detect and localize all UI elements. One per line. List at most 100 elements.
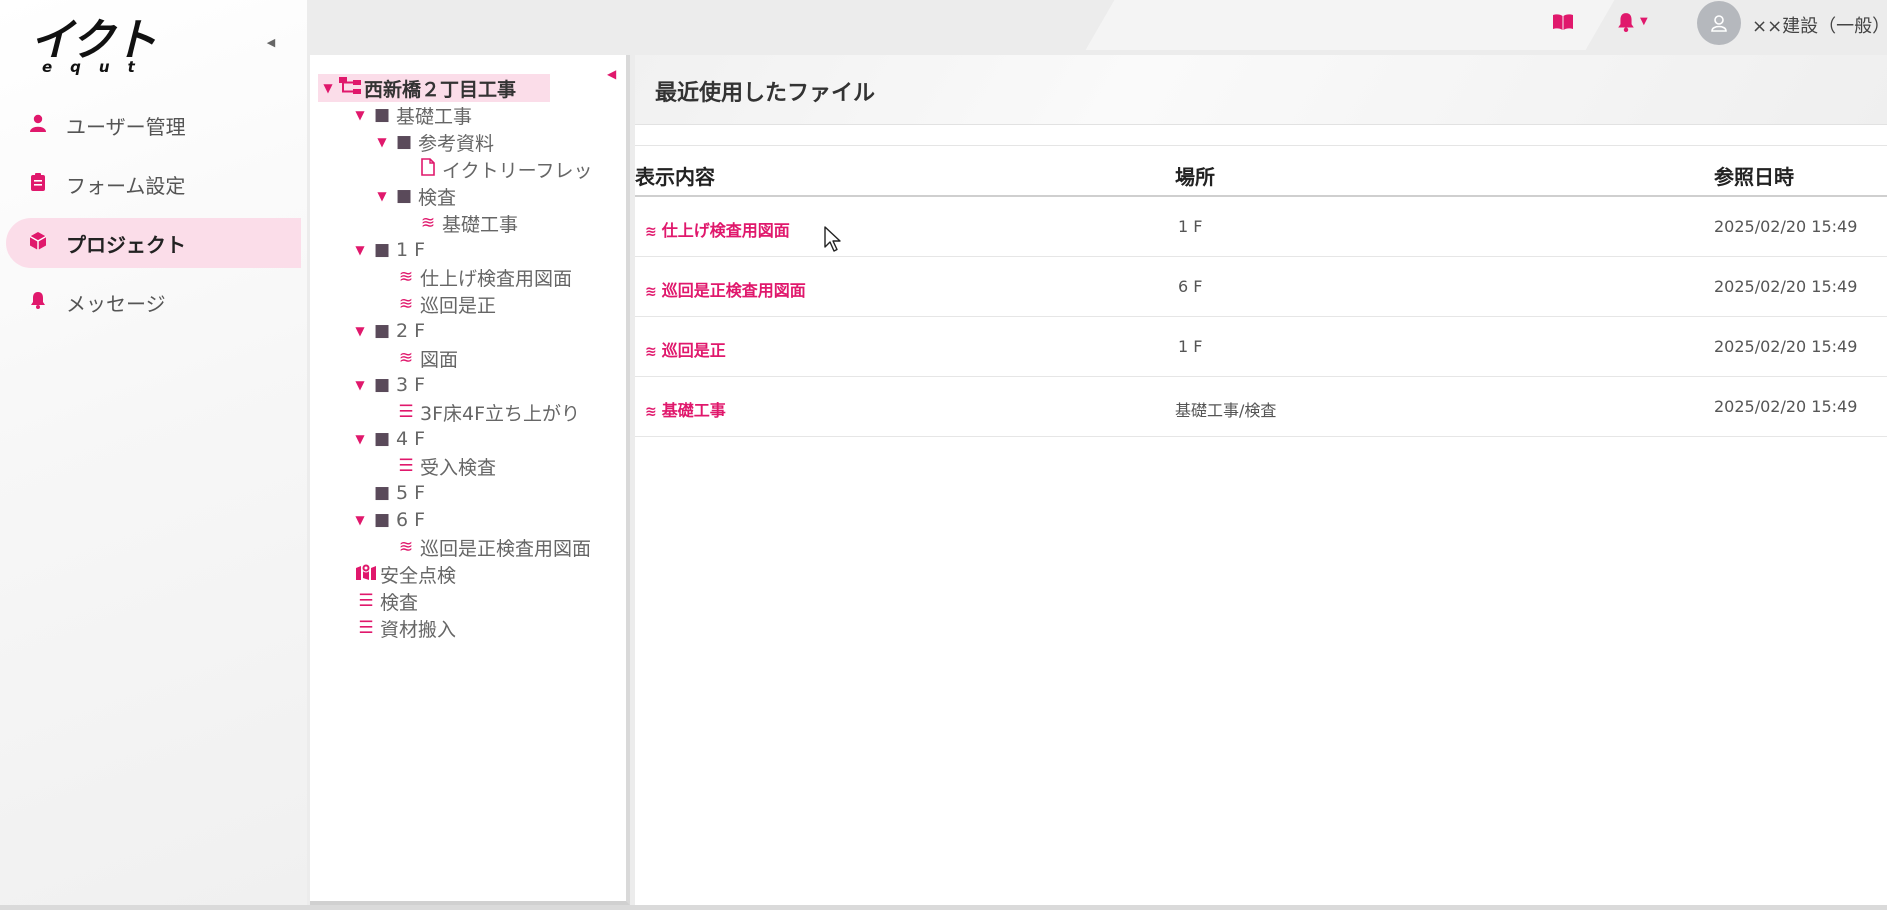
book-icon[interactable] [1552,12,1574,36]
map-marker-icon [354,563,378,586]
folder-icon: ■ [373,429,391,449]
tree-node-folder[interactable]: ■ 5 F [350,479,425,507]
tree-node-folder[interactable]: ▼ ■ 参考資料 [372,128,494,156]
list-icon: ☰ [358,618,374,638]
tree-collapse-icon[interactable]: ◀ [607,67,616,81]
list-icon: ☰ [398,456,414,476]
user-icon [26,114,50,137]
tree-node-label: 3F床4F立ち上がり [420,402,581,425]
sidebar-item-user-management[interactable]: ユーザー管理 [6,100,301,150]
folder-icon: ■ [373,483,391,503]
sidebar-item-label: プロジェクト [66,232,186,257]
notification-bell-icon[interactable] [1617,12,1635,37]
tree-node-folder[interactable]: ▼ ■ 4 F [350,425,425,453]
file-place: 6 F [1178,277,1203,296]
sidebar-item-messages[interactable]: メッセージ [6,277,301,327]
top-bar: ▼ ××建設（一般） [307,0,1887,52]
file-date: 2025/02/20 15:49 [1714,337,1858,356]
tree-node-label: 検査 [380,591,419,614]
caret-down-icon[interactable]: ▼ [350,324,370,338]
file-link[interactable]: ≋ 巡回是正 [645,337,726,361]
file-place: 1 F [1178,217,1203,236]
tree-node-layers[interactable]: ≋ 巡回是正 [374,290,496,318]
layers-icon: ≋ [398,348,414,368]
tree-node-list[interactable]: ☰ 資材搬入 [354,614,456,642]
table-row[interactable]: ≋ 巡回是正 1 F 2025/02/20 15:49 [635,317,1887,377]
column-header-date[interactable]: 参照日時 [1714,161,1794,190]
sidebar-collapse-icon[interactable]: ◀ [264,36,278,50]
tree-node-folder[interactable]: ▼ ■ 1 F [350,236,425,264]
logo-subtext: equt [42,58,153,76]
tree-node-folder[interactable]: ▼ ■ 2 F [350,317,425,345]
tree-node-label: 受入検査 [420,456,497,479]
sidebar-item-project[interactable]: プロジェクト [6,218,301,268]
chevron-down-icon[interactable]: ▼ [1640,16,1648,27]
file-link[interactable]: ≋ 巡回是正検査用図面 [645,277,806,301]
caret-down-icon[interactable]: ▼ [350,432,370,446]
tree-node-layers[interactable]: ≋ 巡回是正検査用図面 [374,533,591,561]
tree-node-layers[interactable]: ≋ 仕上げ検査用図面 [374,263,572,291]
tree-node-label: 参考資料 [418,132,495,155]
caret-down-icon[interactable]: ▼ [318,81,338,95]
tree-node-label: 図面 [420,348,459,371]
list-icon: ☰ [398,402,414,422]
tree-node-list[interactable]: ☰ 受入検査 [374,452,496,480]
username[interactable]: ××建設（一般） [1752,12,1887,38]
tree-node-label: 1 F [396,239,426,261]
caret-down-icon[interactable]: ▼ [372,189,392,203]
file-date: 2025/02/20 15:49 [1714,217,1858,236]
tree-node-label: 巡回是正 [420,294,497,317]
tree-node-layers[interactable]: ≋ 図面 [374,344,458,372]
layers-icon: ≋ [645,404,657,420]
bottom-strip [0,905,1887,910]
main-content: 最近使用したファイル 表示内容 場所 参照日時 ≋ 仕上げ検査用図面 1 F 20… [635,55,1887,910]
clipboard-icon [26,172,50,196]
tree-node-folder[interactable]: ▼ ■ 3 F [350,371,425,399]
tree-node-map[interactable]: 安全点検 [354,560,456,588]
tree-node-folder[interactable]: ▼ ■ 基礎工事 [350,101,472,129]
folder-icon: ■ [373,321,391,341]
tree-node-root[interactable]: ▼ 西新橋２丁目工事 [318,74,550,102]
tree-node-folder[interactable]: ▼ ■ 6 F [350,506,425,534]
tree-node-label: 検査 [418,186,457,209]
folder-icon: ■ [373,510,391,530]
tree-node-label: 3 F [396,374,426,396]
file-link[interactable]: ≋ 仕上げ検査用図面 [645,217,790,241]
layers-icon: ≋ [645,344,657,360]
tree-node-layers[interactable]: ≋ 基礎工事 [396,209,518,237]
table-row[interactable]: ≋ 基礎工事 基礎工事/検査 2025/02/20 15:49 [635,377,1887,437]
logo: イクト equt [30,18,205,77]
folder-icon: ■ [373,240,391,260]
table-row[interactable]: ≋ 仕上げ検査用図面 1 F 2025/02/20 15:49 [635,197,1887,257]
caret-down-icon[interactable]: ▼ [350,243,370,257]
column-header-place[interactable]: 場所 [1175,161,1215,190]
tree-node-file[interactable]: イクトリーフレッ [396,155,592,183]
tree-node-list[interactable]: ☰ 検査 [354,587,418,615]
tree-node-label: 2 F [396,320,426,342]
tree-node-label: 基礎工事 [396,105,473,128]
tree-node-folder[interactable]: ▼ ■ 検査 [372,182,456,210]
layers-icon: ≋ [645,284,657,300]
list-icon: ☰ [358,591,374,611]
tree-node-label: 仕上げ検査用図面 [420,267,573,290]
folder-icon: ■ [395,186,413,206]
sitemap-icon [338,76,362,100]
file-link[interactable]: ≋ 基礎工事 [645,397,726,421]
caret-down-icon[interactable]: ▼ [350,513,370,527]
caret-down-icon[interactable]: ▼ [350,378,370,392]
caret-down-icon[interactable]: ▼ [350,108,370,122]
table-row[interactable]: ≋ 巡回是正検査用図面 6 F 2025/02/20 15:49 [635,257,1887,317]
sidebar-item-label: ユーザー管理 [66,114,186,139]
sidebar: イクト equt ◀ ユーザー管理 フォーム設定 プロジェクト メッセージ [0,0,307,910]
column-header-name[interactable]: 表示内容 [635,161,715,190]
tree-node-label: 安全点検 [380,564,457,587]
recent-files-table: 表示内容 場所 参照日時 ≋ 仕上げ検査用図面 1 F 2025/02/20 15… [635,145,1887,437]
sidebar-item-label: フォーム設定 [66,173,186,198]
avatar[interactable] [1697,1,1741,45]
sidebar-item-form-settings[interactable]: フォーム設定 [6,159,301,209]
cube-icon [26,231,50,255]
caret-down-icon[interactable]: ▼ [372,135,392,149]
file-place: 1 F [1178,337,1203,356]
tree-node-list[interactable]: ☰ 3F床4F立ち上がり [374,398,580,426]
layers-icon: ≋ [398,294,414,314]
